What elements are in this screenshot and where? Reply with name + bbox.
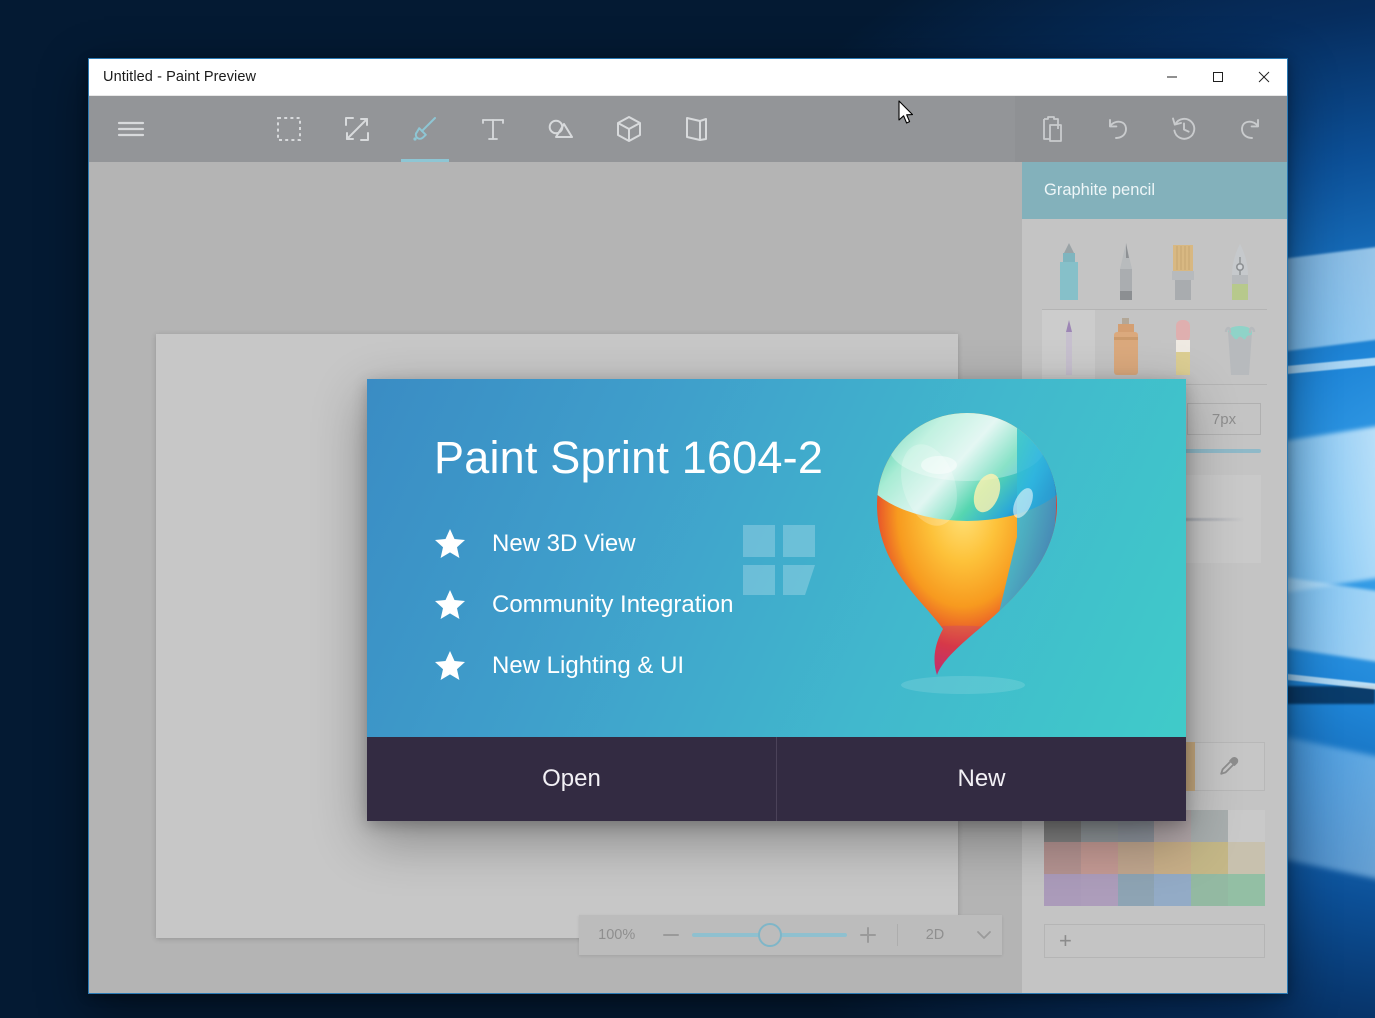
fill-bucket-tool[interactable] bbox=[1214, 310, 1267, 382]
welcome-dialog: Paint Sprint 1604-2 New 3D View Communit… bbox=[367, 379, 1186, 821]
brush-size-input[interactable]: 7px bbox=[1187, 403, 1261, 435]
clipboard-icon[interactable] bbox=[1019, 96, 1085, 162]
color-swatch[interactable] bbox=[1117, 842, 1155, 874]
list-item: Community Integration bbox=[434, 574, 733, 635]
fountain-pen-tool[interactable] bbox=[1214, 235, 1267, 307]
spray-can-tool[interactable] bbox=[1099, 310, 1152, 382]
color-swatch[interactable] bbox=[1080, 842, 1118, 874]
history-icon[interactable] bbox=[1151, 96, 1217, 162]
brush-tool-row bbox=[1040, 310, 1269, 382]
marker-tool[interactable] bbox=[1042, 235, 1095, 307]
color-swatch[interactable] bbox=[1044, 874, 1081, 906]
star-icon bbox=[434, 528, 480, 559]
oil-brush-tool[interactable] bbox=[1157, 235, 1210, 307]
open-button[interactable]: Open bbox=[367, 737, 776, 821]
zoom-slider-handle[interactable] bbox=[757, 923, 782, 947]
graphite-pencil-tool[interactable] bbox=[1042, 310, 1095, 382]
crop-tool-icon[interactable] bbox=[323, 96, 391, 162]
star-icon bbox=[434, 589, 480, 620]
zoom-level-label: 100% bbox=[598, 927, 636, 943]
list-item: New Lighting & UI bbox=[434, 635, 733, 696]
undo-icon[interactable] bbox=[1085, 96, 1151, 162]
color-swatch[interactable] bbox=[1154, 874, 1192, 906]
color-swatch[interactable] bbox=[1117, 874, 1155, 906]
close-button[interactable] bbox=[1241, 59, 1287, 96]
mouse-cursor bbox=[898, 100, 916, 131]
feature-label: New 3D View bbox=[492, 529, 636, 557]
dialog-title: Paint Sprint 1604-2 bbox=[434, 432, 824, 483]
top-toolbar bbox=[89, 96, 1287, 162]
window-title: Untitled - Paint Preview bbox=[103, 69, 257, 85]
brush-tool-row bbox=[1040, 235, 1269, 307]
color-swatch[interactable] bbox=[1154, 842, 1192, 874]
3d-objects-tool-icon[interactable] bbox=[595, 96, 663, 162]
feature-label: Community Integration bbox=[492, 590, 734, 618]
paint-3d-logo-icon bbox=[867, 407, 1067, 697]
star-icon bbox=[434, 650, 480, 681]
color-swatch[interactable] bbox=[1191, 874, 1229, 906]
dialog-feature-list: New 3D View Community Integration New Li… bbox=[434, 513, 733, 696]
zoom-slider[interactable] bbox=[692, 923, 848, 947]
add-color-label: + bbox=[1059, 928, 1072, 953]
color-swatch[interactable] bbox=[1044, 842, 1081, 874]
panel-header: Graphite pencil bbox=[1022, 162, 1287, 219]
list-item: New 3D View bbox=[434, 513, 733, 574]
dialog-hero: Paint Sprint 1604-2 New 3D View Communit… bbox=[367, 379, 1186, 737]
view-mode-selector[interactable]: 2D bbox=[904, 926, 1002, 944]
view-mode-label: 2D bbox=[925, 927, 945, 943]
zoom-toolbar: 100% 2D bbox=[579, 915, 1002, 955]
dialog-actions: Open New bbox=[367, 737, 1186, 821]
color-swatch[interactable] bbox=[1191, 810, 1229, 842]
new-button[interactable]: New bbox=[776, 737, 1186, 821]
calligraphy-pen-tool[interactable] bbox=[1099, 235, 1152, 307]
canvas-tool-icon[interactable] bbox=[663, 96, 731, 162]
minimize-button[interactable] bbox=[1149, 59, 1195, 96]
brush-tool-grid bbox=[1022, 219, 1287, 385]
window-controls bbox=[1149, 59, 1287, 96]
title-bar[interactable]: Untitled - Paint Preview bbox=[89, 59, 1287, 96]
maximize-button[interactable] bbox=[1195, 59, 1241, 96]
eyedropper-icon[interactable] bbox=[1195, 742, 1265, 791]
add-color-button[interactable]: + bbox=[1044, 924, 1265, 958]
hamburger-menu-icon[interactable] bbox=[89, 96, 173, 162]
brush-size-value: 7px bbox=[1211, 410, 1237, 428]
color-swatch[interactable] bbox=[1228, 874, 1265, 906]
windows-logo-icon bbox=[743, 525, 815, 595]
text-tool-icon[interactable] bbox=[459, 96, 527, 162]
redo-icon[interactable] bbox=[1217, 96, 1283, 162]
stickers-tool-icon[interactable] bbox=[527, 96, 595, 162]
color-palette bbox=[1044, 810, 1265, 906]
feature-label: New Lighting & UI bbox=[492, 651, 685, 679]
select-tool-icon[interactable] bbox=[255, 96, 323, 162]
panel-title: Graphite pencil bbox=[1044, 181, 1155, 199]
paint-preview-window: Untitled - Paint Preview 100% 2D Graphit… bbox=[88, 58, 1288, 994]
zoom-in-icon[interactable] bbox=[851, 926, 885, 944]
eraser-tool[interactable] bbox=[1157, 310, 1210, 382]
brushes-tool-icon[interactable] bbox=[391, 96, 459, 162]
chevron-down-icon[interactable] bbox=[966, 926, 1002, 944]
divider bbox=[897, 924, 898, 946]
color-swatch[interactable] bbox=[1228, 842, 1265, 874]
color-swatch[interactable] bbox=[1080, 874, 1118, 906]
zoom-out-icon[interactable] bbox=[654, 926, 688, 944]
color-swatch[interactable] bbox=[1228, 810, 1265, 842]
color-swatch[interactable] bbox=[1191, 842, 1229, 874]
